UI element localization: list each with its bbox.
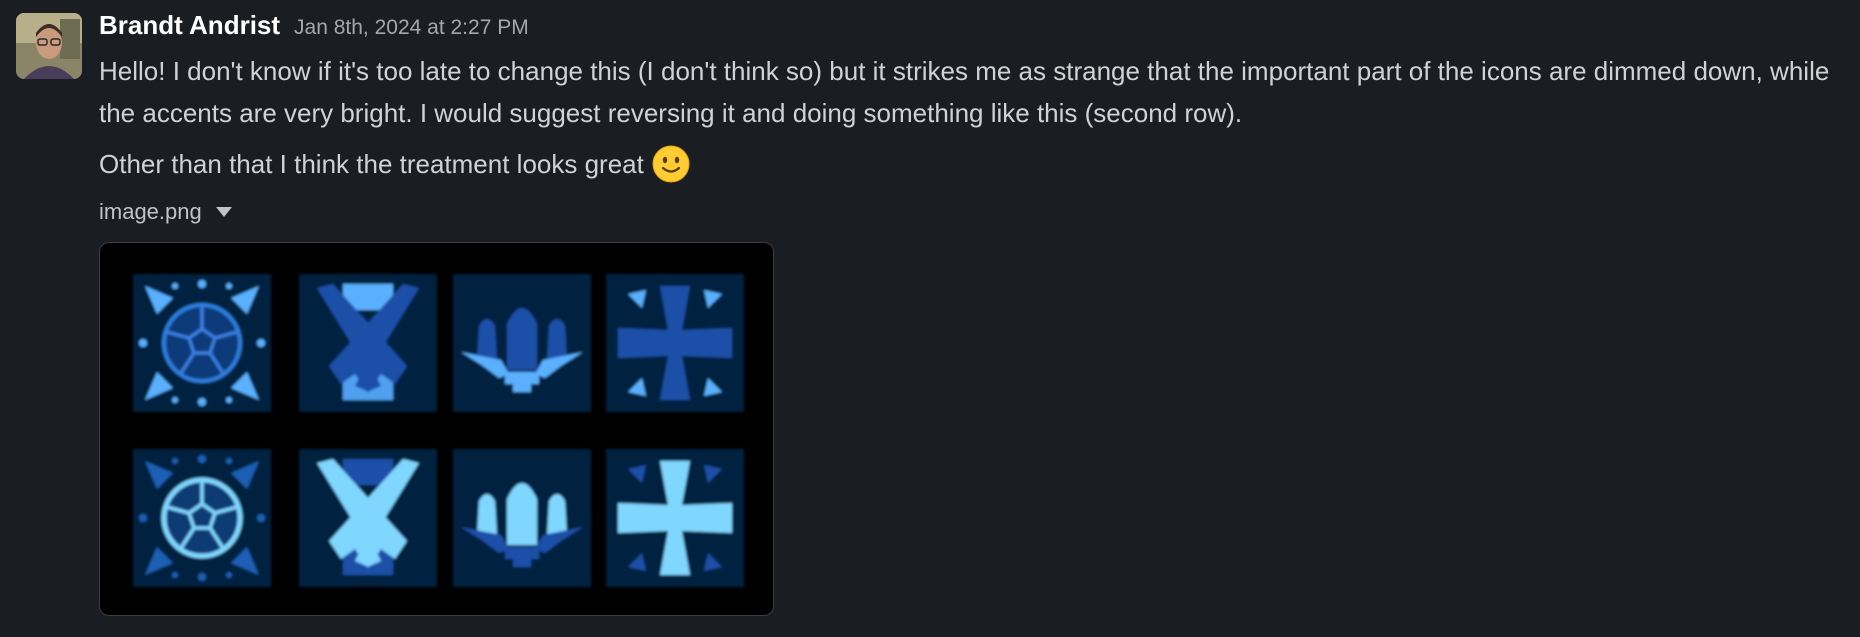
image-attachment[interactable] [99,242,774,616]
message-paragraph: Hello! I don't know if it's too late to … [99,56,1830,128]
soccer-ball-icon [133,274,271,412]
avatar-image [16,13,82,79]
slightly-smiling-face-emoji-icon [652,145,690,183]
message-header: Brandt Andrist Jan 8th, 2024 at 2:27 PM [99,10,529,42]
file-name[interactable]: image.png [99,199,202,225]
iron-cross-icon [606,274,744,412]
rocket-boosters-icon [453,274,591,412]
avatar[interactable] [16,13,82,79]
iron-cross-icon [606,449,744,587]
message: Brandt Andrist Jan 8th, 2024 at 2:27 PM … [0,0,1860,637]
soccer-ball-icon [133,449,271,587]
message-paragraph: Other than that I think the treatment lo… [99,149,644,179]
caret-down-icon[interactable] [215,207,232,217]
message-paragraph-2: Other than that I think the treatment lo… [99,143,690,185]
crossed-pistols-icon [299,449,437,587]
timestamp[interactable]: Jan 8th, 2024 at 2:27 PM [294,16,529,40]
crossed-pistols-icon [299,274,437,412]
message-body: Hello! I don't know if it's too late to … [99,50,1839,134]
author-name[interactable]: Brandt Andrist [99,10,280,41]
file-header: image.png [99,199,232,225]
rocket-boosters-icon [453,449,591,587]
